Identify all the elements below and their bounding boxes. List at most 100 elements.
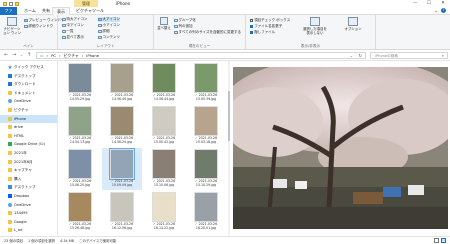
nav-item-label: drive	[14, 125, 24, 130]
fit-columns-button[interactable]: すべての列のサイズを自動的に変更する	[174, 30, 241, 35]
up-arrow-icon[interactable]: ↑	[27, 52, 31, 59]
preview-image	[233, 67, 448, 229]
new-folder-icon[interactable]	[15, 1, 19, 6]
file-thumbnail[interactable]: ✓ 2021-03-26 15.10.06.jpg	[144, 148, 184, 190]
layout-content[interactable]: コンテンツ	[98, 35, 120, 40]
nav-item[interactable]: HTML	[0, 132, 57, 140]
tab-file[interactable]: ファイル	[0, 7, 17, 21]
file-name: ✓ 2021-03-26 15.06.20.jpg	[60, 179, 100, 187]
scrollbar-thumb[interactable]	[228, 91, 230, 141]
nav-item[interactable]: L_mt	[0, 226, 57, 234]
file-thumbnail[interactable]: ✓ 2021-03-26 16.14.22.jpg	[144, 191, 184, 233]
minimize-button[interactable]: —	[408, 0, 422, 7]
file-name: ✓ 2021-03-26 16.14.22.jpg	[144, 222, 184, 230]
file-thumbnail[interactable]: ✓ 2021-03-26 15.06.20.jpg	[60, 148, 100, 190]
tab-picture-tools[interactable]: ピクチャツール	[72, 7, 108, 15]
layout-large-icons[interactable]: 大アイコン	[98, 17, 120, 22]
nav-item[interactable]: デスクトップ	[0, 183, 57, 191]
navigation-pane: クイック アクセス デスクトップ ダウンロード ドキュメント OneDrive ピクチャ i…	[0, 61, 58, 236]
context-tab-manage[interactable]: 管理	[74, 0, 98, 7]
nav-item[interactable]: OneDrive	[0, 201, 57, 209]
file-thumbnail[interactable]: ✓ 2021-03-26 15.03.18.jpg	[186, 105, 226, 147]
nav-item[interactable]: ドキュメント	[0, 89, 57, 97]
dropbox-icon	[8, 194, 12, 198]
file-thumbnail[interactable]: ✓ 2021-03-26 15.10.29.jpg	[186, 148, 226, 190]
file-ext-toggle[interactable]: ファイル名拡張子	[250, 24, 282, 29]
back-arrow-icon[interactable]: ←	[4, 52, 8, 59]
search-placeholder: iPhoneの検索	[375, 54, 398, 58]
folder-icon	[8, 168, 12, 173]
address-dropdown-icon[interactable]: ⌄	[350, 53, 353, 59]
layout-tiles[interactable]: 並べて表示	[62, 35, 84, 40]
window-title: iPhone	[116, 1, 131, 6]
vertical-scrollbar[interactable]	[228, 61, 230, 236]
file-thumbnail[interactable]: ✓ 2021-03-26 14.54.13.jpg	[60, 105, 100, 147]
properties-icon[interactable]	[9, 1, 13, 6]
breadcrumb-iphone[interactable]: iPhone	[86, 53, 99, 59]
refresh-icon[interactable]: ↻	[359, 53, 362, 59]
nav-item[interactable]: 購入	[0, 175, 57, 183]
file-thumbnail[interactable]: ✓ 2021-03-26 14.56.40.jpg	[102, 62, 142, 104]
layout-small-icons[interactable]: 小アイコン	[98, 23, 120, 28]
layout-medium-icons[interactable]: 中アイコン	[62, 23, 84, 28]
file-thumbnail[interactable]: ✓ 2021-03-26 15.26.48.jpg	[60, 191, 100, 233]
nav-item[interactable]: drive	[0, 123, 57, 131]
breadcrumb-pc[interactable]: PC	[51, 53, 56, 59]
layout-details[interactable]: 詳細	[98, 29, 110, 34]
large-icons-view-icon[interactable]	[441, 238, 446, 243]
sort-button[interactable]: 並べ替え	[156, 17, 172, 30]
details-view-icon[interactable]	[434, 238, 439, 243]
nav-item[interactable]: ダウンロード	[0, 80, 57, 88]
layout-xl-icons[interactable]: 特大アイコン	[62, 17, 87, 22]
item-checkbox-toggle[interactable]: 項目チェック ボックス	[250, 18, 290, 23]
nav-item[interactable]: OneDrive	[0, 97, 57, 105]
nav-item[interactable]: ピクチャ	[0, 106, 57, 114]
forward-arrow-icon[interactable]: →	[12, 52, 16, 59]
nav-item[interactable]: 134495	[0, 209, 57, 217]
nav-item[interactable]: iPhone	[0, 114, 57, 123]
layout-list[interactable]: 一覧	[62, 29, 74, 34]
hide-selected-button[interactable]: 選択した項目を表示しない	[302, 17, 328, 35]
photo-thumbnail-image	[110, 106, 134, 136]
hidden-items-toggle[interactable]: 隠しファイル	[250, 30, 275, 35]
file-thumbnail[interactable]: ✓ 2021-03-26 15.09.09.jpg	[102, 148, 142, 190]
tab-home[interactable]: ホーム	[20, 7, 40, 15]
nav-item[interactable]: Google	[0, 218, 57, 226]
file-thumbnail[interactable]: ✓ 2021-03-26 14.56.24.jpg	[102, 105, 142, 147]
tab-view[interactable]: 表示	[52, 7, 70, 15]
recent-chevron-icon[interactable]: ⌄	[20, 52, 23, 59]
file-thumbnail[interactable]: ✓ 2021-03-26 14.55.29.jpg	[60, 62, 100, 104]
file-name: ✓ 2021-03-26 14.56.24.jpg	[102, 136, 142, 144]
nav-item[interactable]: Google Drive (G:)	[0, 140, 57, 148]
nav-item[interactable]: Dropbox	[0, 192, 57, 200]
file-thumbnail[interactable]: ✓ 2021-03-26 15.00.42.jpg	[144, 105, 184, 147]
nav-item-label: OneDrive	[14, 202, 31, 207]
file-thumbnail[interactable]: ✓ 2021-03-26 15.00.39.jpg	[186, 62, 226, 104]
group-by-button[interactable]: グループ化	[174, 18, 196, 23]
file-name-line2: 16.12.56.jpg	[111, 225, 133, 230]
address-bar[interactable]: ▭ › PC › ピクチャ › iPhone ⌄ ↻	[36, 52, 366, 59]
options-button[interactable]: オプション	[342, 17, 364, 31]
nav-item[interactable]: 2021年6月	[0, 158, 57, 166]
file-thumbnail[interactable]: ✓ 2021-03-26 16.12.56.jpg	[102, 191, 142, 233]
checkbox-checked	[250, 30, 254, 35]
help-icon[interactable]: ?	[441, 8, 446, 13]
file-name-line2: 14.56.24.jpg	[111, 139, 133, 144]
nav-item[interactable]: デスクトップ	[0, 72, 57, 80]
details-pane-toggle[interactable]: 詳細ウィンドウ	[24, 24, 53, 29]
nav-item[interactable]: クイック アクセス	[0, 63, 57, 71]
maximize-button[interactable]: ☐	[422, 0, 436, 7]
search-input[interactable]: iPhoneの検索 ⌕	[370, 52, 448, 59]
file-thumbnail[interactable]: ✓ 2021-03-26 14.56.44.jpg	[144, 62, 184, 104]
add-columns-button[interactable]: 列の追加	[174, 24, 193, 29]
photo-thumbnail-image	[68, 149, 92, 179]
breadcrumb-pictures[interactable]: ピクチャ	[64, 53, 79, 59]
nav-item[interactable]: 2021年	[0, 149, 57, 157]
close-button[interactable]: ✕	[436, 0, 450, 7]
file-thumbnail[interactable]: ✓ 2021-03-26 16.20.01.jpg	[186, 191, 226, 233]
chevron-down-icon[interactable]: ⌄	[435, 7, 438, 15]
nav-item-label: Google	[14, 219, 27, 224]
nav-pane-button[interactable]: ナビゲーション ウィンドウ	[2, 17, 22, 35]
photo-thumbnail-image	[194, 106, 218, 136]
nav-item[interactable]: キャプチャ	[0, 166, 57, 174]
